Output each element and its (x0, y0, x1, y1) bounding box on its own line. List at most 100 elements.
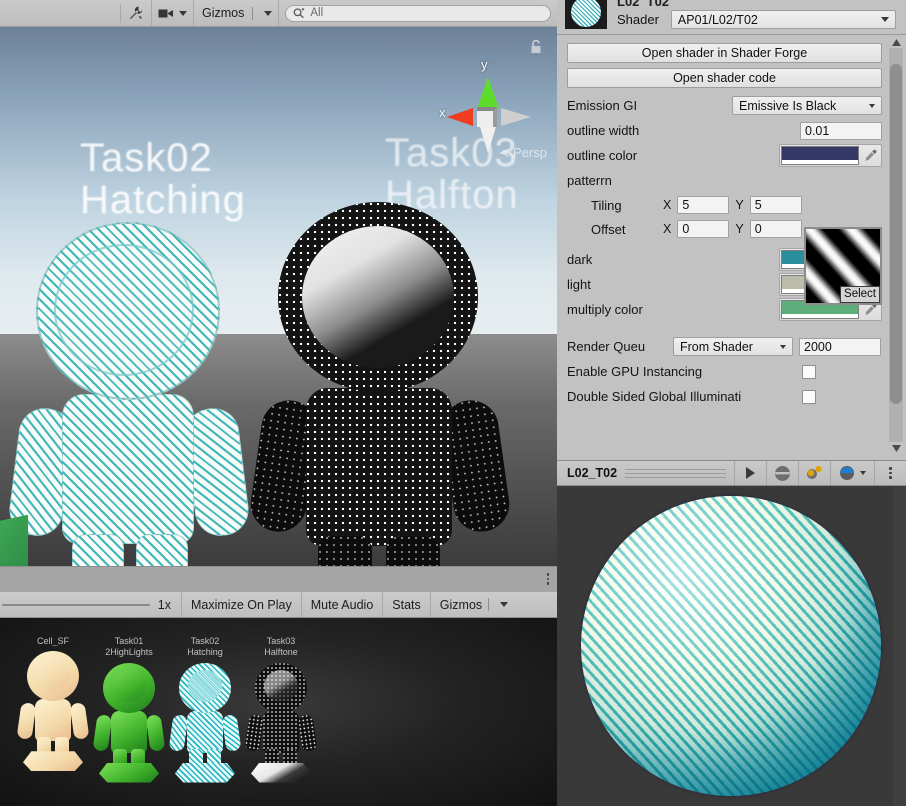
scene-view[interactable]: Task02 Hatching Task03 Halfton y x ≺ Per… (0, 27, 557, 566)
scene-tools-button[interactable] (120, 3, 151, 23)
offset-x-input[interactable]: 0 (677, 220, 730, 238)
material-preview-thumbnail[interactable] (565, 0, 607, 29)
tiling-y-axis-label: Y (735, 198, 744, 212)
visor (112, 669, 146, 702)
body (111, 710, 147, 753)
double-sided-gi-row: Double Sided Global Illuminati (567, 384, 882, 409)
gizmo-axis-y-cone[interactable] (477, 77, 499, 109)
open-shader-code-button[interactable]: Open shader code (567, 68, 882, 88)
emission-gi-dropdown[interactable]: Emissive Is Black (732, 96, 882, 115)
gizmo-axis-x-cone[interactable] (447, 108, 473, 126)
gpu-instancing-checkbox[interactable] (802, 364, 816, 379)
search-input[interactable]: All (285, 4, 551, 22)
outline-color-row: outline color (567, 143, 882, 168)
body (263, 710, 299, 753)
preview-play-button[interactable] (734, 461, 766, 485)
visor (188, 669, 222, 702)
scene-view-toolbar: Gizmos All (0, 0, 557, 27)
lock-icon[interactable] (529, 39, 543, 55)
game-gizmos-dropdown[interactable]: Gizmos (431, 592, 517, 617)
mute-audio-button[interactable]: Mute Audio (302, 592, 384, 617)
pattern-select-button[interactable]: Select (840, 286, 880, 303)
light-settings-icon (806, 465, 824, 482)
slider-track[interactable] (2, 603, 150, 606)
preview-options-button[interactable] (874, 461, 906, 485)
double-sided-gi-checkbox[interactable] (802, 389, 816, 404)
alpha-bar (782, 160, 858, 164)
material-preview-stage[interactable] (557, 486, 906, 806)
preview-light-settings-button[interactable] (798, 461, 830, 485)
character-leg-right (136, 534, 188, 566)
eyedropper-icon[interactable] (862, 149, 878, 162)
figure-model (92, 662, 166, 783)
scene-character-hatching (6, 222, 258, 566)
figure-model (16, 651, 90, 772)
scene-view-footer (0, 566, 557, 591)
render-queue-dropdown[interactable]: From Shader (673, 337, 793, 356)
body (187, 710, 223, 753)
chevron-down-icon (264, 10, 273, 16)
tiling-x-input[interactable]: 5 (677, 196, 730, 214)
scene-projection-label[interactable]: ≺ Persp (499, 145, 548, 161)
scene-character-halftone (247, 202, 513, 566)
gizmos-label: Gizmos (439, 597, 483, 612)
chevron-down-icon (860, 471, 866, 475)
scale-value-label: 1x (157, 597, 171, 612)
render-queue-input[interactable]: 2000 (799, 337, 881, 356)
kebab-menu-icon[interactable] (546, 573, 549, 585)
outline-color-swatch[interactable] (781, 146, 859, 165)
gizmo-axis-y-neg-cone[interactable] (480, 127, 496, 153)
outline-width-row: outline width 0.01 (567, 118, 882, 143)
multiply-color-label: multiply color (567, 302, 643, 317)
pattern-texture-slot[interactable]: Select (804, 227, 882, 305)
body (35, 699, 71, 742)
figure-label: Task03 Halftone (264, 636, 298, 658)
chevron-down-icon (780, 344, 786, 349)
play-icon (745, 467, 756, 479)
emission-gi-row: Emission GI Emissive Is Black (567, 93, 882, 118)
preview-scrollbar[interactable] (893, 486, 906, 806)
shader-dropdown[interactable]: AP01/L02/T02 (670, 10, 896, 29)
scene-gizmos-dropdown[interactable]: Gizmos (193, 0, 280, 26)
scene-camera-dropdown[interactable] (151, 0, 193, 26)
chevron-down-icon (881, 17, 889, 22)
outline-color-picker[interactable] (779, 144, 882, 167)
material-preview-header: L02_T02 (557, 460, 906, 486)
preview-sphere-shading (581, 496, 881, 796)
scroll-up-arrow[interactable] (891, 36, 901, 48)
game-scale-slider[interactable]: 1x (0, 592, 182, 617)
scroll-down-arrow[interactable] (891, 442, 901, 454)
figure-model (168, 662, 242, 783)
color-fill (782, 147, 858, 160)
arm-left (168, 713, 189, 752)
arm-left (244, 713, 265, 752)
platform (251, 762, 311, 783)
scroll-thumb[interactable] (890, 64, 902, 404)
kebab-menu-icon (889, 467, 892, 479)
maximize-on-play-button[interactable]: Maximize On Play (182, 592, 302, 617)
character-body (62, 394, 194, 544)
scroll-track[interactable] (889, 48, 903, 442)
inspector-scrollbar[interactable] (889, 36, 903, 454)
platform (23, 751, 83, 772)
character-leg-left (72, 534, 124, 566)
preview-title: L02_T02 (567, 466, 618, 480)
open-shader-in-forge-button[interactable]: Open shader in Shader Forge (567, 43, 882, 63)
preview-lighting-button[interactable] (766, 461, 798, 485)
preview-drag-handle[interactable] (625, 468, 726, 478)
shader-row: Shader AP01/L02/T02 (617, 10, 896, 29)
render-queue-row: Render Queu From Shader 2000 (567, 334, 882, 359)
tiling-y-input[interactable]: 5 (749, 196, 802, 214)
outline-width-input[interactable]: 0.01 (800, 121, 882, 140)
camera-icon (158, 8, 174, 19)
divider (488, 598, 490, 611)
preview-shading-dropdown[interactable] (830, 461, 874, 485)
stats-button[interactable]: Stats (383, 592, 431, 617)
offset-y-input[interactable]: 0 (749, 220, 802, 238)
game-view[interactable]: Cell_SF Task01 2HighLights Task02 Hatchi… (0, 618, 557, 806)
double-sided-gi-label: Double Sided Global Illuminati (567, 389, 742, 404)
gizmo-center-cube[interactable] (477, 107, 497, 127)
visor (264, 669, 298, 702)
gizmo-axis-x-neg-cone[interactable] (501, 108, 531, 126)
render-queue-label: Render Queu (567, 339, 646, 354)
